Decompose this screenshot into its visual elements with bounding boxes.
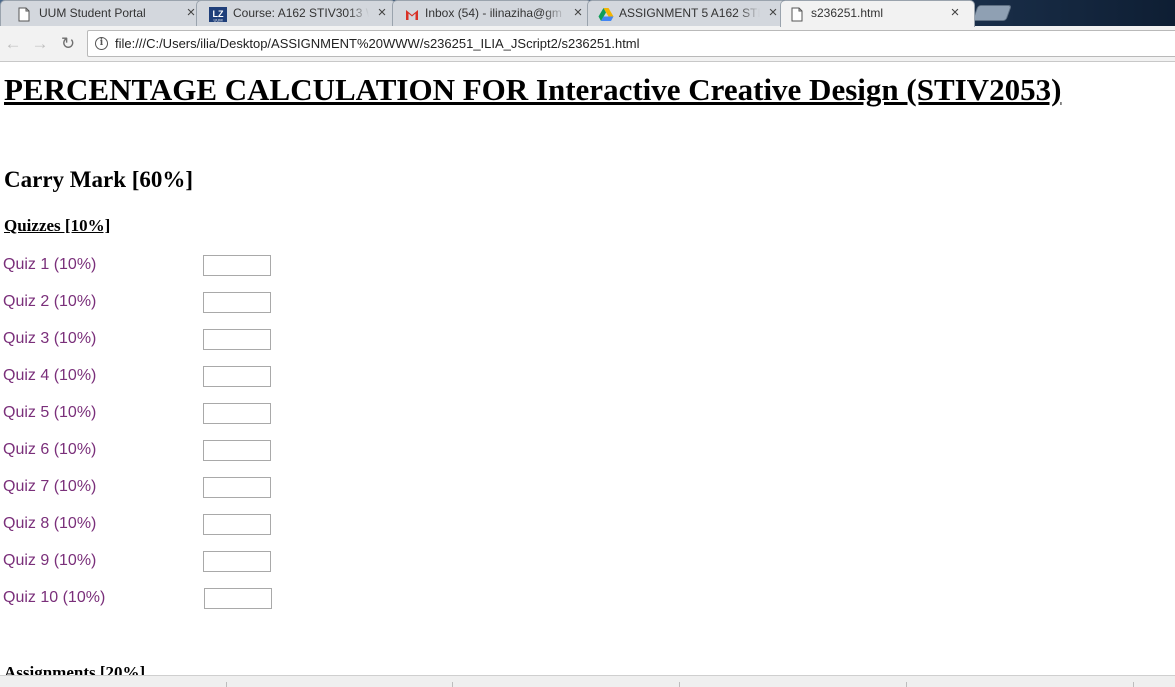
quiz-row: Quiz 7 (10%) bbox=[0, 477, 300, 499]
quiz-1-input[interactable] bbox=[203, 255, 271, 276]
quiz-row: Quiz 4 (10%) bbox=[0, 366, 300, 388]
divider bbox=[452, 682, 453, 687]
browser-toolbar: ← → ↻ i file:///C:/Users/ilia/Desktop/AS… bbox=[0, 26, 1175, 62]
quiz-label: Quiz 5 (10%) bbox=[3, 404, 97, 421]
quiz-row: Quiz 3 (10%) bbox=[0, 329, 300, 351]
quiz-2-input[interactable] bbox=[203, 292, 271, 313]
tab-label: s236251.html bbox=[811, 6, 884, 20]
google-drive-icon bbox=[598, 6, 614, 21]
close-icon[interactable]: × bbox=[571, 1, 585, 25]
quiz-label: Quiz 6 (10%) bbox=[3, 441, 97, 458]
quiz-row: Quiz 10 (10%) bbox=[0, 588, 300, 610]
tab-s236251-html[interactable]: s236251.html × bbox=[780, 0, 975, 27]
quiz-10-input[interactable] bbox=[204, 588, 272, 609]
lz-uum-icon: LZ UUM bbox=[209, 6, 227, 23]
quiz-row: Quiz 6 (10%) bbox=[0, 440, 300, 462]
quiz-label: Quiz 9 (10%) bbox=[3, 552, 97, 569]
tab-assignment-drive[interactable]: ASSIGNMENT 5 A162 STI × bbox=[587, 0, 787, 26]
gmail-icon bbox=[405, 6, 419, 21]
quiz-row: Quiz 2 (10%) bbox=[0, 292, 300, 314]
quiz-5-input[interactable] bbox=[203, 403, 271, 424]
page-title: PERCENTAGE CALCULATION FOR Interactive C… bbox=[4, 72, 1062, 107]
address-bar[interactable]: i file:///C:/Users/ilia/Desktop/ASSIGNME… bbox=[87, 30, 1175, 57]
close-icon[interactable]: × bbox=[948, 1, 962, 25]
page-content: PERCENTAGE CALCULATION FOR Interactive C… bbox=[0, 63, 1175, 675]
quiz-label: Quiz 4 (10%) bbox=[3, 367, 97, 384]
forward-button[interactable]: → bbox=[30, 34, 50, 54]
carry-mark-heading: Carry Mark [60%] bbox=[4, 167, 194, 192]
tab-label: Course: A162 STIV3013 W bbox=[233, 6, 369, 20]
quiz-row: Quiz 8 (10%) bbox=[0, 514, 300, 536]
quiz-label: Quiz 1 (10%) bbox=[3, 256, 97, 273]
quiz-label: Quiz 8 (10%) bbox=[3, 515, 97, 532]
quiz-9-input[interactable] bbox=[203, 551, 271, 572]
quiz-label: Quiz 3 (10%) bbox=[3, 330, 97, 347]
quizzes-heading: Quizzes [10%] bbox=[4, 216, 111, 235]
url-text[interactable]: file:///C:/Users/ilia/Desktop/ASSIGNMENT… bbox=[115, 31, 640, 56]
info-icon[interactable]: i bbox=[95, 37, 108, 50]
quiz-6-input[interactable] bbox=[203, 440, 271, 461]
back-button[interactable]: ← bbox=[3, 34, 23, 54]
tab-label: Inbox (54) - ilinaziha@gm bbox=[425, 6, 562, 20]
divider bbox=[1133, 682, 1134, 687]
quiz-4-input[interactable] bbox=[203, 366, 271, 387]
close-icon[interactable]: × bbox=[766, 1, 780, 25]
quiz-row: Quiz 1 (10%) bbox=[0, 255, 300, 277]
quiz-label: Quiz 10 (10%) bbox=[3, 589, 106, 606]
tab-label: UUM Student Portal bbox=[39, 6, 146, 20]
quiz-3-input[interactable] bbox=[203, 329, 271, 350]
reload-button[interactable]: ↻ bbox=[58, 34, 78, 54]
tab-strip: UUM Student Portal × LZ UUM Course: A162 … bbox=[0, 0, 1175, 27]
tab-label: ASSIGNMENT 5 A162 STI bbox=[619, 6, 760, 20]
page-icon bbox=[17, 6, 31, 22]
svg-text:UUM: UUM bbox=[213, 18, 222, 23]
divider bbox=[679, 682, 680, 687]
close-icon[interactable]: × bbox=[375, 1, 389, 25]
tab-uum-student-portal[interactable]: UUM Student Portal × bbox=[0, 0, 205, 26]
tab-course-stiv3013[interactable]: LZ UUM Course: A162 STIV3013 W × bbox=[196, 0, 396, 26]
quiz-row: Quiz 9 (10%) bbox=[0, 551, 300, 573]
tab-inbox-gmail[interactable]: Inbox (54) - ilinaziha@gm × bbox=[392, 0, 592, 26]
bottom-bar bbox=[0, 675, 1175, 687]
quiz-row: Quiz 5 (10%) bbox=[0, 403, 300, 425]
page-icon bbox=[790, 6, 804, 22]
divider bbox=[906, 682, 907, 687]
assignments-heading: Assignments [20%] bbox=[4, 663, 146, 675]
divider bbox=[226, 682, 227, 687]
quiz-label: Quiz 7 (10%) bbox=[3, 478, 97, 495]
quiz-8-input[interactable] bbox=[203, 514, 271, 535]
quiz-label: Quiz 2 (10%) bbox=[3, 293, 97, 310]
quiz-7-input[interactable] bbox=[203, 477, 271, 498]
new-tab-button[interactable] bbox=[972, 5, 1012, 21]
